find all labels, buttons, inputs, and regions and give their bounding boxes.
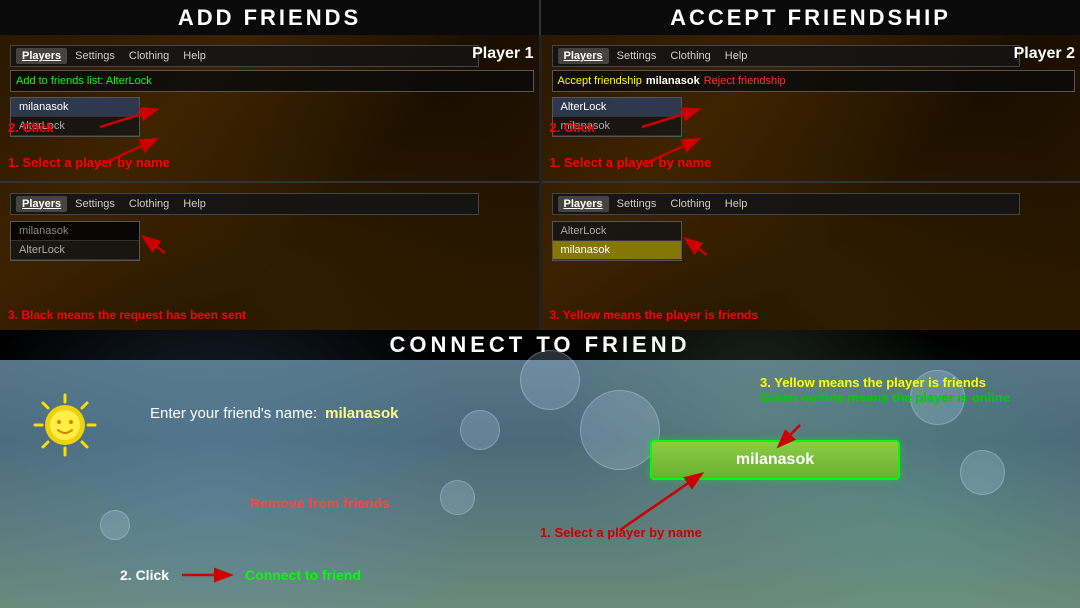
player-row-milanasok-2[interactable]: milanasok bbox=[11, 222, 139, 241]
accept-friendship-title: ACCEPT FRIENDSHIP bbox=[670, 5, 951, 31]
bubble-3 bbox=[580, 390, 660, 470]
friend-input-label: Enter your friend's name: bbox=[150, 405, 317, 422]
player-row-alterlock-2[interactable]: AlterLock bbox=[11, 241, 139, 260]
step1-label-2: 1. Select a player by name bbox=[550, 155, 712, 170]
step2-label-2: 2. Click bbox=[550, 120, 596, 135]
friend-player-name: milanasok bbox=[736, 451, 814, 469]
step1-label-1: 1. Select a player by name bbox=[8, 155, 170, 170]
add-friends-action-bar: Add to friends list: AlterLock bbox=[10, 70, 534, 92]
menu-clothing-1[interactable]: Clothing bbox=[123, 48, 175, 64]
menu-players-1b[interactable]: Players bbox=[16, 196, 67, 212]
friend-name-value: milanasok bbox=[325, 405, 398, 422]
sun-svg bbox=[30, 390, 100, 460]
menu-clothing-2[interactable]: Clothing bbox=[664, 48, 716, 64]
menu-players-1[interactable]: Players bbox=[16, 48, 67, 64]
sun-icon bbox=[30, 390, 100, 460]
reject-friendship-link[interactable]: Reject friendship bbox=[704, 75, 786, 87]
add-friends-player-list-2: milanasok AlterLock bbox=[10, 221, 140, 261]
accept-menu-bar-2: Players Settings Clothing Help bbox=[552, 193, 1021, 215]
add-friends-menu-bar: Players Settings Clothing Help bbox=[10, 45, 479, 67]
note3b: Green outline means the player is online bbox=[760, 390, 1010, 405]
menu-settings-2[interactable]: Settings bbox=[611, 48, 663, 64]
add-friends-title: ADD FRIENDS bbox=[178, 5, 361, 31]
menu-help-2[interactable]: Help bbox=[719, 48, 754, 64]
step1-connect: 1. Select a player by name bbox=[540, 525, 702, 540]
menu-help-1b[interactable]: Help bbox=[177, 196, 212, 212]
player-row-alterlock-2b[interactable]: AlterLock bbox=[553, 222, 681, 241]
menu-clothing-1b[interactable]: Clothing bbox=[123, 196, 175, 212]
section-headers: ADD FRIENDS ACCEPT FRIENDSHIP bbox=[0, 0, 1080, 35]
add-friends-menu-bar-2: Players Settings Clothing Help bbox=[10, 193, 479, 215]
accept-menu-bar: Players Settings Clothing Help bbox=[552, 45, 1021, 67]
accept-friendship-link[interactable]: Accept friendship bbox=[558, 75, 642, 87]
accept-player-name: milanasok bbox=[646, 75, 700, 87]
player1-label: Player 1 bbox=[472, 45, 533, 63]
connect-arrow bbox=[177, 565, 237, 585]
menu-help-1[interactable]: Help bbox=[177, 48, 212, 64]
accept-player-list-2: AlterLock milanasok bbox=[552, 221, 682, 261]
panels-content: Players Settings Clothing Help Player 1 … bbox=[0, 35, 1080, 330]
top-section: ADD FRIENDS ACCEPT FRIENDSHIP Players Se… bbox=[0, 0, 1080, 330]
bubble-7 bbox=[100, 510, 130, 540]
menu-help-2b[interactable]: Help bbox=[719, 196, 754, 212]
step3-label-2: 3. Yellow means the player is friends bbox=[550, 308, 759, 322]
bubble-4 bbox=[440, 480, 475, 515]
bubble-1 bbox=[520, 350, 580, 410]
menu-players-2b[interactable]: Players bbox=[558, 196, 609, 212]
add-friends-header: ADD FRIENDS bbox=[0, 0, 539, 35]
remove-friends-label: Remove from friends bbox=[250, 495, 390, 511]
add-friends-panel: Players Settings Clothing Help Player 1 … bbox=[0, 35, 539, 330]
accept-friendship-panel: Players Settings Clothing Help Player 2 … bbox=[542, 35, 1080, 330]
note3a: 3. Yellow means the player is friends bbox=[760, 375, 1010, 390]
menu-settings-1[interactable]: Settings bbox=[69, 48, 121, 64]
step2-connect-label: 2. Click bbox=[120, 567, 169, 583]
menu-clothing-2b[interactable]: Clothing bbox=[664, 196, 716, 212]
player-row-milanasok-yellow[interactable]: milanasok bbox=[553, 241, 681, 260]
connect-btn-area: 2. Click Connect to friend bbox=[120, 565, 361, 585]
menu-settings-2b[interactable]: Settings bbox=[611, 196, 663, 212]
note-area: 3. Yellow means the player is friends Gr… bbox=[760, 375, 1010, 405]
friend-input-area: Enter your friend's name: milanasok bbox=[150, 405, 398, 422]
bubble-6 bbox=[960, 450, 1005, 495]
step2-label-1: 2. Click bbox=[8, 120, 54, 135]
connect-to-friend-link[interactable]: Connect to friend bbox=[245, 567, 361, 583]
step3-label-1: 3. Black means the request has been sent bbox=[8, 308, 246, 322]
player-row-milanasok-1[interactable]: milanasok bbox=[11, 98, 139, 117]
accept-friendship-header: ACCEPT FRIENDSHIP bbox=[541, 0, 1080, 35]
bubble-2 bbox=[460, 410, 500, 450]
connect-to-friend-section: CONNECT TO FRIEND Enter your friend's na… bbox=[0, 330, 1080, 608]
menu-settings-1b[interactable]: Settings bbox=[69, 196, 121, 212]
player-row-alterlock-acc[interactable]: AlterLock bbox=[553, 98, 681, 117]
menu-players-2[interactable]: Players bbox=[558, 48, 609, 64]
add-to-friends-link[interactable]: Add to friends list: AlterLock bbox=[16, 75, 152, 87]
accept-action-bar: Accept friendship milanasok Reject frien… bbox=[552, 70, 1076, 92]
friend-player-button[interactable]: milanasok bbox=[650, 440, 900, 480]
player2-label: Player 2 bbox=[1014, 45, 1075, 63]
